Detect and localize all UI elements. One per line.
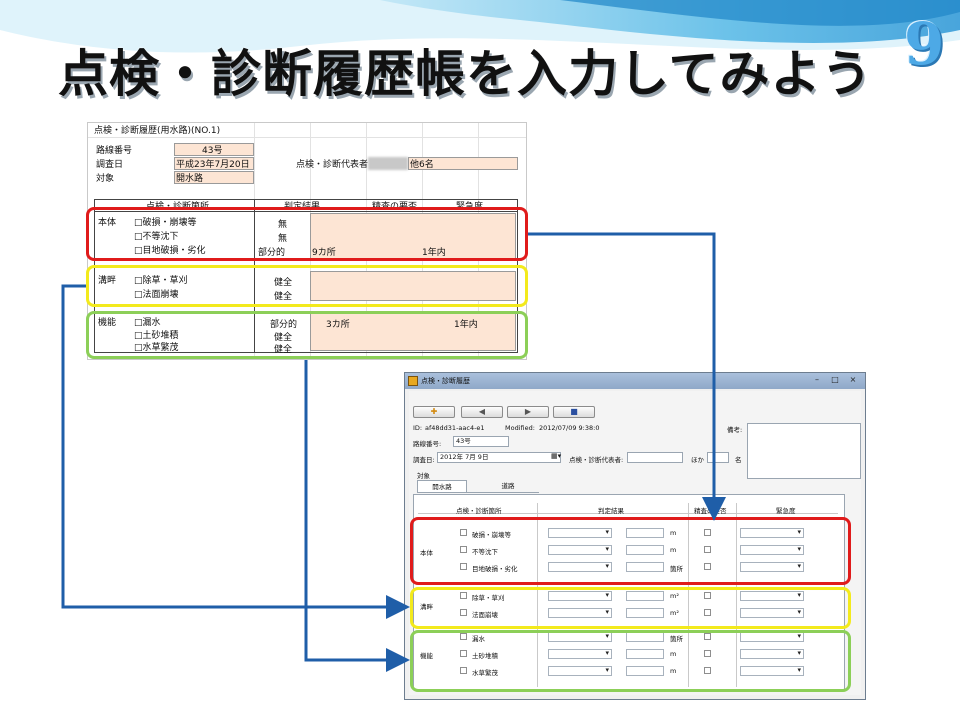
- date-label: 調査日:: [413, 456, 435, 464]
- col-urgency: 緊急度: [776, 507, 796, 515]
- sheet-rep-label: 点検・診断代表者: [296, 160, 369, 170]
- sheet-highlight-function: [86, 311, 528, 359]
- save-icon: ■: [570, 407, 578, 416]
- people-count-input[interactable]: [707, 452, 729, 463]
- window-title: 点検・診断履歴: [421, 377, 470, 385]
- people-suffix: 名: [735, 456, 742, 464]
- minimize-icon[interactable]: –: [809, 375, 825, 386]
- sheet-heading: 点検・診断履歴(用水路)(NO.1): [94, 126, 221, 136]
- sheet-rep-value: 他6名: [410, 160, 434, 170]
- next-button[interactable]: ▶: [507, 406, 549, 418]
- rep-input[interactable]: [627, 452, 683, 463]
- others-label: ほか: [691, 456, 704, 464]
- sheet-target-label: 対象: [96, 174, 115, 184]
- date-picker[interactable]: 2012年 7月 9日: [437, 452, 561, 463]
- sheet-route-label: 路線番号: [96, 146, 133, 156]
- sheet-date-label: 調査日: [96, 160, 124, 170]
- target-label: 対象: [417, 472, 430, 480]
- remarks-label: 備考:: [727, 426, 743, 434]
- remarks-textarea[interactable]: [747, 423, 861, 479]
- prev-button[interactable]: ◀: [461, 406, 503, 418]
- window-titlebar: 点検・診断履歴 – □ ×: [405, 373, 865, 389]
- col-result: 判定結果: [598, 507, 624, 515]
- sheet-highlight-body: [86, 207, 528, 261]
- maximize-icon[interactable]: □: [827, 375, 843, 386]
- app-icon: [408, 376, 418, 386]
- id-value: af48dd31-aac4-e1: [425, 424, 485, 432]
- form-highlight-ditch: [410, 587, 851, 629]
- slide-number: 9: [904, 10, 945, 78]
- modified-label: Modified:: [505, 424, 535, 432]
- arrow-right-icon: ▶: [524, 407, 532, 416]
- save-button[interactable]: ■: [553, 406, 595, 418]
- add-button[interactable]: ✚: [413, 406, 455, 418]
- slide-title: 点検・診断履歴帳を入力してみよう: [58, 45, 873, 103]
- sheet-highlight-ditch: [86, 265, 528, 307]
- modified-value: 2012/07/09 9:38:0: [539, 424, 600, 432]
- calendar-icon[interactable]: ▦▾: [551, 452, 561, 460]
- form-highlight-body: [410, 517, 851, 585]
- col-location: 点検・診断箇所: [456, 507, 502, 515]
- route-label: 路線番号:: [413, 440, 442, 448]
- route-input[interactable]: 43号: [453, 436, 509, 447]
- arrow-left-icon: ◀: [478, 407, 486, 416]
- col-detail: 精査の要否: [694, 507, 727, 515]
- close-icon[interactable]: ×: [845, 375, 861, 386]
- rep-label: 点検・診断代表者:: [569, 456, 624, 464]
- id-label: ID:: [413, 424, 423, 432]
- sheet-route-value: 43号: [202, 146, 223, 156]
- sheet-date-value: 平成23年7月20日: [176, 160, 250, 170]
- sheet-target-value: 開水路: [176, 174, 204, 184]
- plus-icon: ✚: [430, 407, 438, 416]
- form-highlight-function: [410, 630, 851, 692]
